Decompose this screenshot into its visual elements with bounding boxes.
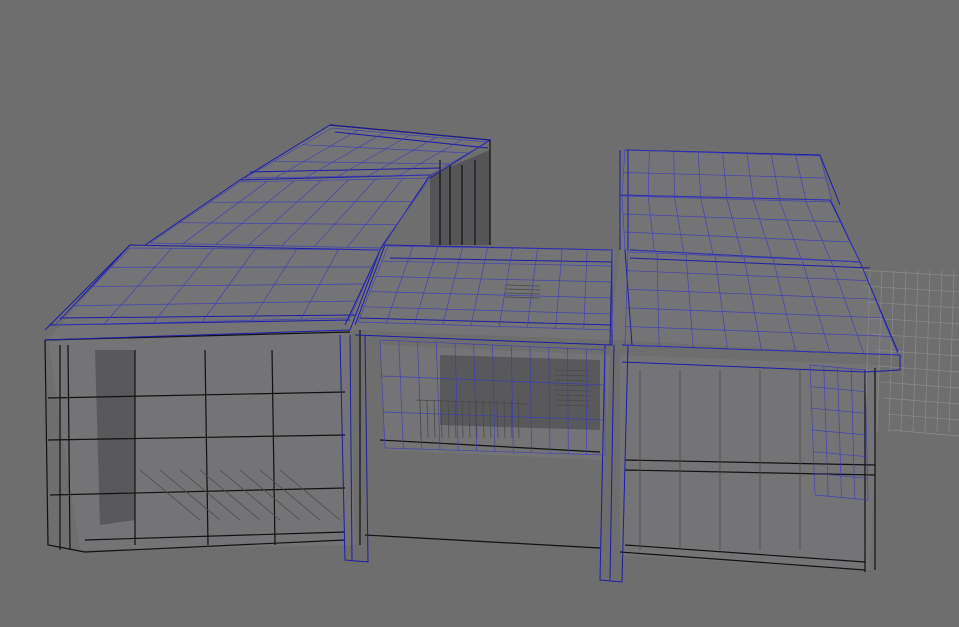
3d-viewport[interactable] xyxy=(0,0,959,627)
ground-grid-line xyxy=(877,365,959,373)
ground-grid-line xyxy=(889,429,959,437)
ground-grid-line xyxy=(936,269,943,433)
ground-grid-line xyxy=(865,301,959,309)
building-wireframe-icon[interactable] xyxy=(0,0,959,627)
ground-grid-line xyxy=(900,269,907,433)
ground-grid-line xyxy=(859,269,959,277)
ground-grid-line xyxy=(886,413,959,421)
ground-grid-line xyxy=(948,269,955,433)
ground-grid-line xyxy=(880,381,959,389)
ground-grid-line xyxy=(862,285,959,293)
ground-grid-line xyxy=(883,397,959,405)
ground-grid-line xyxy=(912,269,919,433)
ground-grid-line xyxy=(924,269,931,433)
